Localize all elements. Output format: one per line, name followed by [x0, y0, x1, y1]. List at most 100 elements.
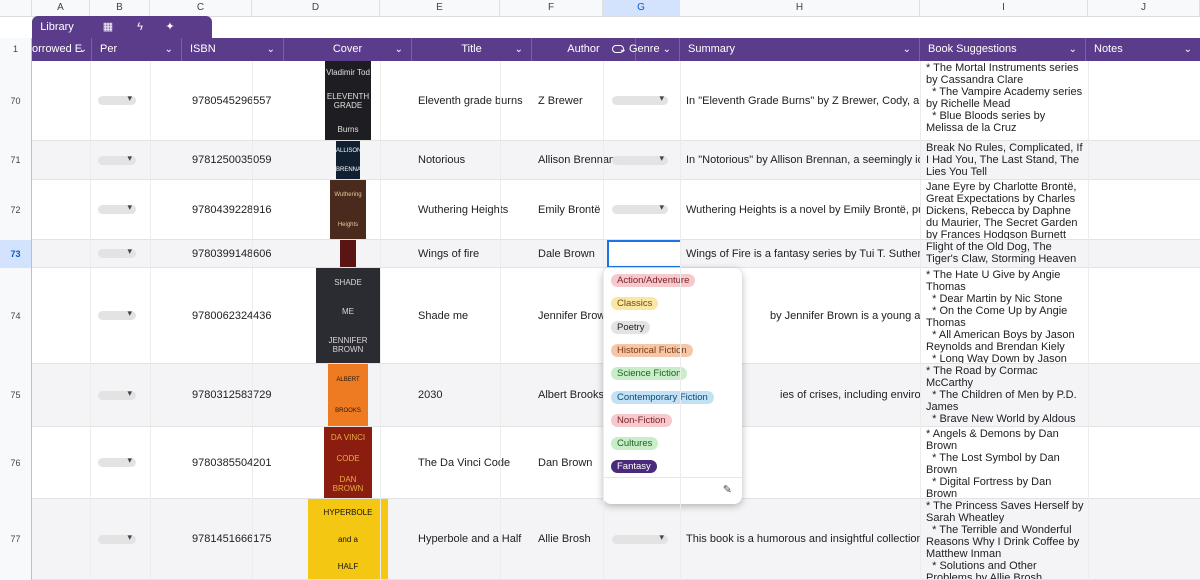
chevron-down-icon[interactable]: ⌄ — [165, 38, 173, 61]
cell-isbn[interactable]: 9781250035059 — [182, 141, 284, 179]
row-header-75[interactable]: 75 — [0, 364, 32, 427]
genre-dropdown-chip[interactable] — [612, 93, 668, 105]
pencil-edit-icon[interactable]: ✎ — [723, 483, 732, 496]
column-letter-h[interactable]: H — [680, 0, 920, 16]
cell-genre-dropdown[interactable] — [604, 240, 680, 267]
genre-option-fantasy[interactable]: Fantasy — [611, 460, 657, 474]
cell-summary[interactable]: In "Eleventh Grade Burns" by Z Brewer, C… — [680, 61, 920, 140]
row-header-70[interactable]: 70 — [0, 61, 32, 141]
per-dropdown-chip[interactable] — [98, 153, 136, 165]
chevron-down-icon[interactable]: ⌄ — [395, 38, 403, 61]
cell-genre-dropdown[interactable] — [604, 61, 680, 140]
cell-cover[interactable]: DA VINCI CODE DAN BROWN — [284, 427, 412, 498]
genre-option-science-fiction[interactable]: Science Fiction — [611, 367, 688, 381]
header-borrowed[interactable]: orrowed E ⌄ — [32, 38, 92, 61]
book-cover-image[interactable]: Wuthering Heights — [330, 180, 366, 239]
per-dropdown-chip[interactable] — [98, 202, 136, 214]
cell-title[interactable]: Notorious — [412, 141, 532, 179]
genre-option-classics[interactable]: Classics — [611, 297, 659, 311]
cell-title[interactable]: Wuthering Heights — [412, 180, 532, 239]
cell-cover[interactable]: Vladimir Tod ELEVENTH GRADE Burns — [284, 61, 412, 140]
header-book-suggestions[interactable]: Book Suggestions ⌄ — [920, 38, 1086, 61]
cell-title[interactable]: Wings of fire — [412, 240, 532, 267]
cell-per-dropdown[interactable] — [92, 268, 182, 363]
cell-borrowed[interactable] — [32, 61, 92, 140]
cell-isbn[interactable]: 9780545296557 — [182, 61, 284, 140]
header-title[interactable]: Title ⌄ — [412, 38, 532, 61]
column-letter-b[interactable]: B — [90, 0, 150, 16]
cell-book-suggestions[interactable]: * The Princess Saves Herself by Sarah Wh… — [920, 499, 1086, 579]
cell-title[interactable]: The Da Vinci Code — [412, 427, 532, 498]
cell-borrowed[interactable] — [32, 180, 92, 239]
genre-option-cultures[interactable]: Cultures — [611, 437, 659, 451]
genre-option-non-fiction[interactable]: Non-Fiction — [611, 413, 672, 427]
cell-notes[interactable] — [1086, 499, 1200, 579]
cell-notes[interactable] — [1086, 268, 1200, 363]
per-dropdown-chip[interactable] — [98, 308, 136, 320]
cell-isbn[interactable]: 9780062324436 — [182, 268, 284, 363]
cell-per-dropdown[interactable] — [92, 240, 182, 267]
corner-cell[interactable] — [0, 0, 32, 16]
chevron-down-icon[interactable]: ⌄ — [1184, 38, 1192, 61]
header-genre[interactable]: Genre ⌄ — [604, 38, 680, 61]
cell-notes[interactable] — [1086, 141, 1200, 179]
cell-notes[interactable] — [1086, 180, 1200, 239]
table-name-tab[interactable]: Library — [32, 16, 82, 38]
cell-borrowed[interactable] — [32, 268, 92, 363]
cell-borrowed[interactable] — [32, 240, 92, 267]
cell-book-suggestions[interactable]: * The Hate U Give by Angie Thomas * Dear… — [920, 268, 1086, 363]
per-dropdown-chip[interactable] — [98, 532, 136, 544]
book-cover-image[interactable]: SHADE ME JENNIFER BROWN — [316, 268, 380, 363]
header-summary[interactable]: Summary ⌄ — [680, 38, 920, 61]
cell-book-suggestions[interactable]: Break No Rules, Complicated, If I Had Yo… — [920, 141, 1086, 179]
cell-book-suggestions[interactable]: * Angels & Demons by Dan Brown * The Los… — [920, 427, 1086, 498]
column-letter-e[interactable]: E — [380, 0, 500, 16]
cell-book-suggestions[interactable]: * The Mortal Instruments series by Cassa… — [920, 61, 1086, 140]
cell-isbn[interactable]: 9780385504201 — [182, 427, 284, 498]
row-header-1[interactable]: 1 — [0, 38, 32, 61]
genre-dropdown-chip[interactable] — [612, 153, 668, 165]
chevron-down-icon[interactable]: ⌄ — [1069, 38, 1077, 61]
cell-summary[interactable]: In "Notorious" by Allison Brennan, a see… — [680, 141, 920, 179]
row-header-71[interactable]: 71 — [0, 141, 32, 180]
sparkle-icon[interactable]: ✦ — [158, 16, 182, 38]
cell-genre-dropdown[interactable] — [604, 499, 680, 579]
cell-cover[interactable]: SHADE ME JENNIFER BROWN — [284, 268, 412, 363]
cell-title[interactable]: 2030 — [412, 364, 532, 426]
cell-title[interactable]: Eleventh grade burns — [412, 61, 532, 140]
header-notes[interactable]: Notes ⌄ — [1086, 38, 1200, 61]
cell-notes[interactable] — [1086, 61, 1200, 140]
cell-title[interactable]: Shade me — [412, 268, 532, 363]
chevron-down-icon[interactable]: ⌄ — [267, 38, 275, 61]
table-icon[interactable]: ▦ — [96, 16, 120, 38]
cell-isbn[interactable]: 9780439228916 — [182, 180, 284, 239]
cell-per-dropdown[interactable] — [92, 180, 182, 239]
cell-summary[interactable]: Wuthering Heights is a novel by Emily Br… — [680, 180, 920, 239]
genre-dropdown-chip[interactable] — [612, 202, 668, 214]
per-dropdown-chip[interactable] — [98, 93, 136, 105]
per-dropdown-chip[interactable] — [98, 455, 136, 467]
cell-cover[interactable]: HYPERBOLE and a HALF — [284, 499, 412, 579]
cell-isbn[interactable]: 9780312583729 — [182, 364, 284, 426]
chevron-down-icon[interactable]: ⌄ — [79, 38, 87, 61]
column-letter-f[interactable]: F — [500, 0, 603, 16]
cell-cover[interactable]: Wuthering Heights — [284, 180, 412, 239]
cell-cover[interactable]: ALBERT BROOKS — [284, 364, 412, 426]
cell-per-dropdown[interactable] — [92, 141, 182, 179]
column-letter-c[interactable]: C — [150, 0, 252, 16]
column-letter-j[interactable]: J — [1088, 0, 1200, 16]
book-cover-image[interactable]: Vladimir Tod ELEVENTH GRADE Burns — [325, 61, 371, 140]
cell-borrowed[interactable] — [32, 364, 92, 426]
book-cover-image[interactable]: ALBERT BROOKS — [328, 364, 368, 426]
cell-per-dropdown[interactable] — [92, 427, 182, 498]
row-header-76[interactable]: 76 — [0, 427, 32, 499]
cell-summary[interactable]: This book is a humorous and insightful c… — [680, 499, 920, 579]
genre-option-contemporary-fiction[interactable]: Contemporary Fiction — [611, 390, 714, 404]
column-letter-g[interactable]: G — [603, 0, 680, 16]
cell-cover[interactable] — [284, 240, 412, 267]
cell-per-dropdown[interactable] — [92, 499, 182, 579]
cell-borrowed[interactable] — [32, 499, 92, 579]
genre-dropdown-chip[interactable] — [612, 532, 668, 544]
cell-isbn[interactable]: 9780399148606 — [182, 240, 284, 267]
header-isbn[interactable]: ISBN ⌄ — [182, 38, 284, 61]
